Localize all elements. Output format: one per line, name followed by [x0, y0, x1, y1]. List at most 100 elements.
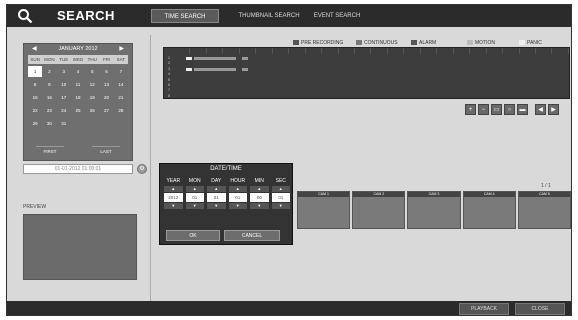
cancel-button[interactable]: CANCEL — [224, 230, 280, 241]
calendar-day[interactable]: 16 — [42, 92, 56, 103]
ok-button[interactable]: OK — [166, 230, 220, 241]
search-icon[interactable] — [17, 8, 33, 24]
timeline-record-bar[interactable] — [194, 68, 236, 71]
reset-zoom-icon[interactable]: ○ — [504, 104, 515, 115]
increment-icon[interactable]: ▲ — [164, 186, 183, 192]
decrement-icon[interactable]: ▼ — [207, 203, 226, 209]
calendar-day[interactable]: 28 — [114, 105, 128, 116]
calendar-day[interactable]: 17 — [57, 92, 71, 103]
calendar-month: JANUARY 2012 — [58, 46, 98, 52]
calendar-day[interactable]: 19 — [85, 92, 99, 103]
legend-motion: MOTION — [467, 39, 495, 47]
calendar-day[interactable]: 11 — [71, 79, 85, 90]
calendar-day[interactable]: 27 — [99, 105, 113, 116]
field-value[interactable]: 01 — [228, 193, 247, 202]
timeline-record-bar[interactable] — [194, 57, 236, 60]
timeline-record-bar[interactable] — [186, 57, 192, 60]
tab-event-search[interactable]: EVENT SEARCH — [311, 9, 363, 23]
decrement-icon[interactable]: ▼ — [228, 203, 247, 209]
calendar-day[interactable]: 22 — [28, 105, 42, 116]
scroll-left-icon[interactable]: ◀ — [535, 104, 546, 115]
calendar-weekdays: SUN MON TUE WED THU FRI SAT — [28, 55, 128, 64]
calendar-day[interactable]: 2 — [42, 66, 56, 77]
decrement-icon[interactable]: ▼ — [271, 203, 290, 209]
expand-icon[interactable]: ▬ — [517, 104, 528, 115]
calendar-day[interactable]: 29 — [28, 118, 42, 129]
last-button[interactable]: LAST — [92, 146, 120, 155]
channel-label: 1 — [168, 56, 170, 60]
hour-tick — [289, 48, 306, 54]
weekday-label: FRI — [102, 57, 111, 62]
thumbnail[interactable]: CAM 2 — [352, 191, 406, 229]
playback-button[interactable]: PLAYBACK — [459, 303, 509, 315]
zoom-out-icon[interactable]: − — [478, 104, 489, 115]
calendar-day[interactable]: 12 — [85, 79, 99, 90]
tab-thumbnail-search[interactable]: THUMBNAIL SEARCH — [233, 9, 305, 23]
next-month-icon[interactable]: ▶ — [119, 44, 124, 55]
calendar-day[interactable]: 1 — [28, 66, 43, 77]
calendar-day[interactable]: 30 — [42, 118, 56, 129]
field-value[interactable]: 01 — [185, 193, 204, 202]
field-value[interactable]: 01 — [207, 193, 226, 202]
calendar-day[interactable]: 15 — [28, 92, 42, 103]
channel-label: 7 — [168, 88, 170, 93]
calendar-day[interactable]: 14 — [114, 79, 128, 90]
field-value[interactable]: 00 — [250, 193, 269, 202]
calendar-day[interactable]: 25 — [71, 105, 85, 116]
decrement-icon[interactable]: ▼ — [164, 203, 183, 209]
calendar-day[interactable]: 10 — [57, 79, 71, 90]
thumbnail[interactable]: CAM 1 — [297, 191, 351, 229]
first-button[interactable]: FIRST — [36, 146, 64, 155]
calendar-day[interactable]: 18 — [71, 92, 85, 103]
fit-icon[interactable]: ▭ — [491, 104, 502, 115]
calendar-day[interactable]: 20 — [99, 92, 113, 103]
calendar-day[interactable]: 9 — [42, 79, 56, 90]
increment-icon[interactable]: ▲ — [228, 186, 247, 192]
thumbnail[interactable]: CAM 5 — [517, 191, 571, 229]
field-value[interactable]: 2012 — [164, 193, 183, 202]
datetime-field-group: YEAR ▲ 2012 ▼ — [164, 177, 183, 210]
field-value[interactable]: 01 — [271, 193, 290, 202]
legend-label: MOTION — [475, 40, 495, 46]
calendar-day[interactable]: 4 — [71, 66, 85, 77]
prev-month-icon[interactable]: ◀ — [32, 44, 37, 55]
calendar-day[interactable]: 31 — [57, 118, 71, 129]
close-button[interactable]: CLOSE — [515, 303, 565, 315]
scroll-right-icon[interactable]: ▶ — [548, 104, 559, 115]
calendar-day[interactable]: 24 — [57, 105, 71, 116]
calendar-day[interactable]: 5 — [85, 66, 99, 77]
calendar-day[interactable]: 26 — [85, 105, 99, 116]
calendar-day[interactable]: 8 — [28, 79, 42, 90]
decrement-icon[interactable]: ▼ — [185, 203, 204, 209]
timeline-record-bar[interactable] — [242, 57, 248, 60]
increment-icon[interactable]: ▲ — [271, 186, 290, 192]
gear-icon[interactable]: ⚙ — [137, 164, 147, 174]
legend-pre-recording: PRE RECORDING — [293, 39, 343, 47]
zoom-in-icon[interactable]: + — [465, 104, 476, 115]
thumbnail-caption: CAM 3 — [408, 192, 460, 197]
datetime-field[interactable]: 01-01-2012 01:00:01 — [23, 164, 133, 174]
calendar-day[interactable]: 13 — [99, 79, 113, 90]
scroll-controls: ◀ ▶ — [535, 104, 559, 115]
hour-tick — [355, 48, 372, 54]
thumbnail-caption: CAM 5 — [518, 192, 571, 197]
thumbnail[interactable]: CAM 4 — [462, 191, 516, 229]
thumbnail[interactable]: CAM 3 — [407, 191, 461, 229]
hour-tick — [536, 48, 553, 54]
tab-time-search[interactable]: TIME SEARCH — [151, 9, 219, 23]
legend-label: PANIC — [527, 40, 542, 46]
increment-icon[interactable]: ▲ — [207, 186, 226, 192]
timeline-record-bar[interactable] — [186, 68, 192, 71]
calendar-day[interactable]: 7 — [114, 66, 128, 77]
calendar-day[interactable]: 21 — [114, 92, 128, 103]
channel-label: 8 — [168, 93, 170, 98]
increment-icon[interactable]: ▲ — [185, 186, 204, 192]
calendar-day[interactable]: 3 — [57, 66, 71, 77]
calendar-day[interactable]: 23 — [42, 105, 56, 116]
decrement-icon[interactable]: ▼ — [250, 203, 269, 209]
timeline-record-bar[interactable] — [242, 68, 248, 71]
timeline[interactable]: 12345678 — [163, 47, 570, 99]
hour-tick — [256, 48, 273, 54]
increment-icon[interactable]: ▲ — [250, 186, 269, 192]
calendar-day[interactable]: 6 — [99, 66, 113, 77]
